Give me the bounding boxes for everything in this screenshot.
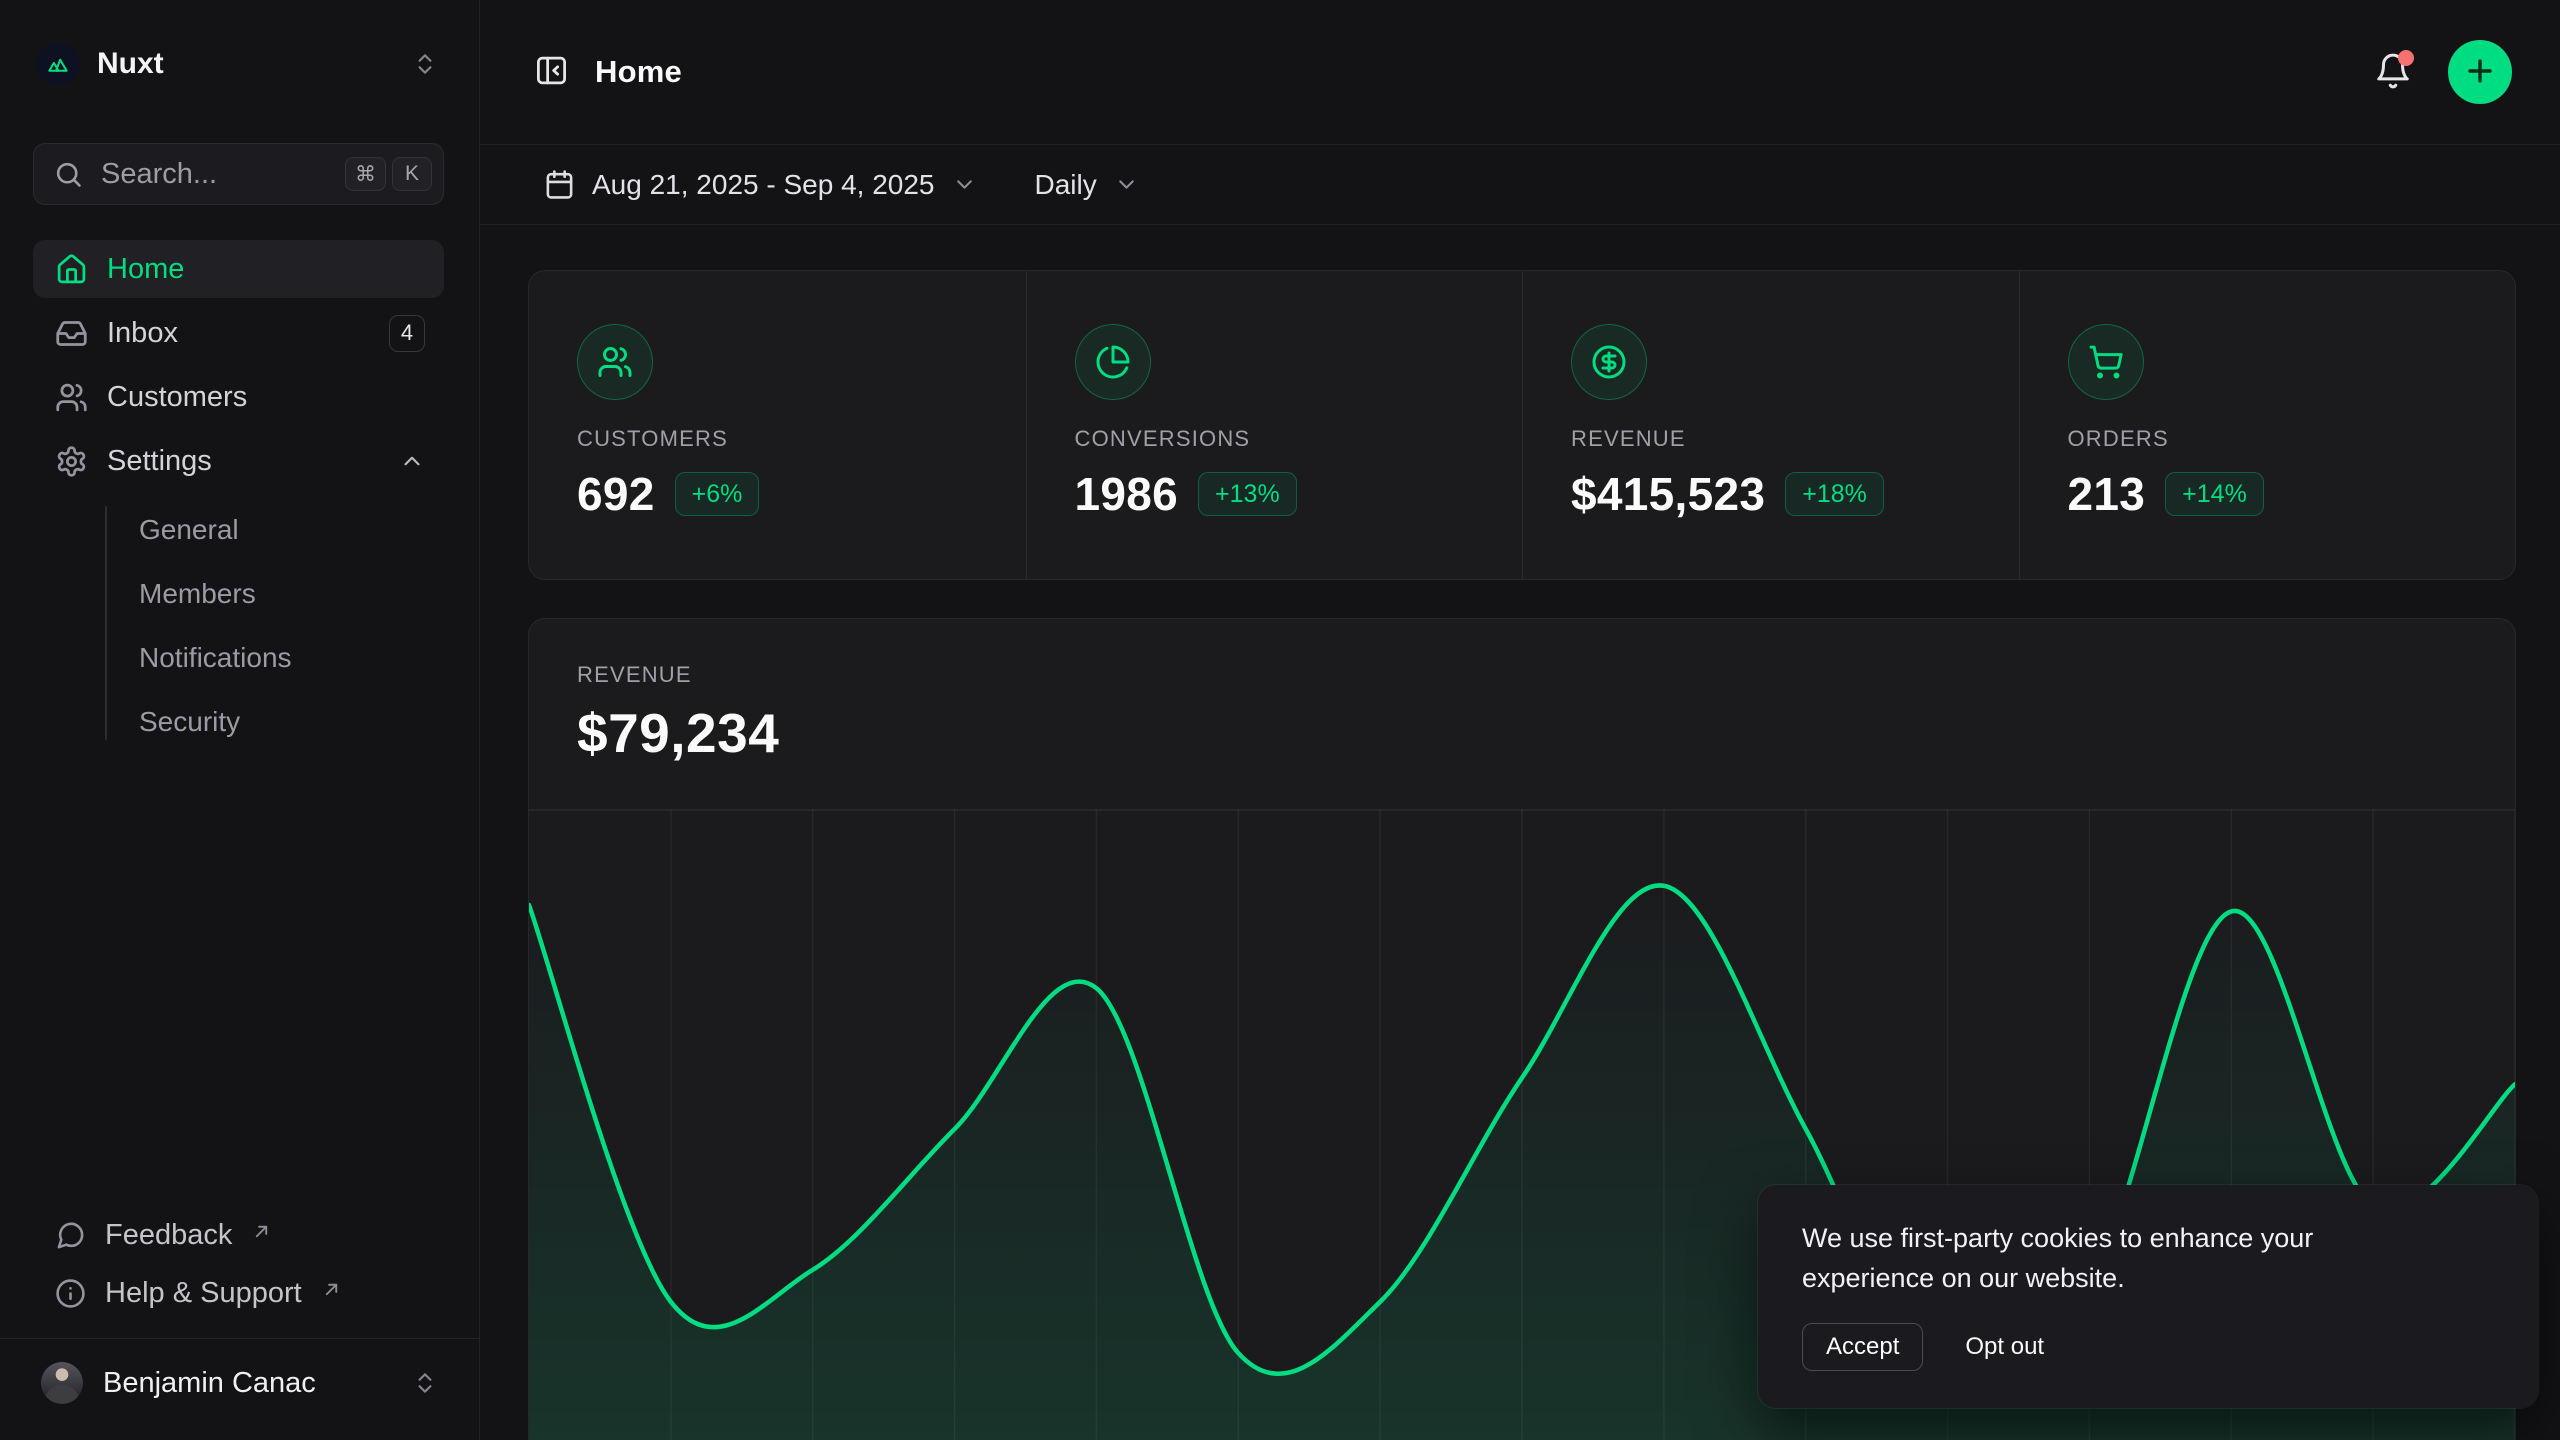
cookie-banner: We use first-party cookies to enhance yo… [1758,1185,2538,1408]
plus-icon [2463,54,2497,91]
team-name: Nuxt [97,47,394,81]
search-icon [53,159,84,190]
date-range-label: Aug 21, 2025 - Sep 4, 2025 [592,169,935,201]
sidebar-item-label: Help & Support [105,1277,302,1310]
home-icon [55,253,88,286]
date-range-picker[interactable]: Aug 21, 2025 - Sep 4, 2025 [544,169,977,201]
sidebar-item-settings[interactable]: Settings [33,432,444,490]
chevron-up-icon [399,448,425,474]
sidebar-item-notifications[interactable]: Notifications [33,626,444,690]
notification-dot [2398,50,2414,66]
user-menu[interactable]: Benjamin Canac [33,1351,444,1415]
sidebar-item-general[interactable]: General [33,498,444,562]
accept-button[interactable]: Accept [1802,1323,1923,1371]
sidebar-item-customers[interactable]: Customers [33,368,444,426]
granularity-select[interactable]: Daily [1035,169,1139,201]
stat-label: REVENUE [1571,426,1989,452]
stat-value: 213 [2068,467,2146,521]
users-icon [577,324,653,400]
settings-subnav: General Members Notifications Security [33,498,444,754]
gear-icon [55,445,88,478]
sidebar-spacer [33,754,444,1206]
cookie-message: We use first-party cookies to enhance yo… [1802,1218,2442,1298]
search-placeholder: Search... [101,158,328,191]
sidebar-item-help-support[interactable]: Help & Support [33,1264,444,1322]
external-link-icon [252,1216,271,1235]
chevron-up-down-icon [412,1370,438,1396]
nuxt-logo-icon [37,43,79,85]
top-header: Home [480,0,2560,145]
opt-out-button[interactable]: Opt out [1965,1333,2044,1361]
stat-orders[interactable]: ORDERS 213 +14% [2019,271,2516,579]
stat-label: CUSTOMERS [577,426,996,452]
search-shortcut: ⌘ K [345,157,432,191]
sidebar-item-label: Settings [107,445,212,478]
stat-delta-badge: +6% [675,472,760,516]
sidebar-item-label: Inbox [107,317,178,350]
team-switcher[interactable]: Nuxt [33,40,444,88]
sidebar: Nuxt Search... ⌘ K [0,0,480,1440]
users-icon [55,381,88,414]
header-actions [2368,40,2512,104]
sidebar-item-inbox[interactable]: Inbox 4 [33,304,444,362]
sidebar-divider [0,1338,479,1339]
page-title: Home [595,54,682,90]
stat-customers[interactable]: CUSTOMERS 692 +6% [529,271,1026,579]
granularity-label: Daily [1035,169,1097,201]
stat-value: $415,523 [1571,467,1765,521]
stat-conversions[interactable]: CONVERSIONS 1986 +13% [1026,271,1523,579]
revenue-chart-label: REVENUE [577,662,2467,688]
add-button[interactable] [2448,40,2512,104]
sidebar-item-label: Home [107,253,184,286]
sidebar-item-feedback[interactable]: Feedback [33,1206,444,1264]
user-name: Benjamin Canac [103,1367,392,1400]
stat-revenue[interactable]: REVENUE $415,523 +18% [1522,271,2019,579]
calendar-icon [544,169,575,200]
message-icon [55,1220,86,1251]
cart-icon [2068,324,2144,400]
sidebar-nav: Home Inbox 4 [33,240,444,754]
sidebar-collapse-button[interactable] [528,49,574,95]
search-input[interactable]: Search... ⌘ K [33,143,444,205]
inbox-count-badge: 4 [389,315,425,352]
dollar-circle-icon [1571,324,1647,400]
filter-bar: Aug 21, 2025 - Sep 4, 2025 Daily [480,145,2560,225]
revenue-chart-header: REVENUE $79,234 [529,619,2515,809]
stat-value: 1986 [1075,467,1179,521]
chevron-up-down-icon [412,51,438,77]
stat-delta-badge: +14% [2165,472,2264,516]
stat-delta-badge: +13% [1198,472,1297,516]
cookie-actions: Accept Opt out [1802,1323,2494,1371]
sidebar-item-home[interactable]: Home [33,240,444,298]
sidebar-item-label: Feedback [105,1219,232,1252]
stats-summary-card: CUSTOMERS 692 +6% CONVERSIONS [529,271,2515,579]
stat-value: 692 [577,467,655,521]
revenue-chart-total: $79,234 [577,701,2467,765]
external-link-icon [322,1274,341,1293]
chevron-down-icon [952,172,977,197]
kbd-k: K [392,157,432,191]
pie-chart-icon [1075,324,1151,400]
info-icon [55,1278,86,1309]
sidebar-item-security[interactable]: Security [33,690,444,754]
chevron-down-icon [1114,172,1139,197]
notifications-button[interactable] [2368,47,2418,97]
panel-left-icon [533,52,570,92]
sidebar-item-members[interactable]: Members [33,562,444,626]
stat-label: ORDERS [2068,426,2486,452]
sidebar-item-label: Customers [107,381,247,414]
stat-delta-badge: +18% [1785,472,1884,516]
inbox-icon [55,317,88,350]
avatar [41,1362,83,1404]
kbd-meta: ⌘ [345,157,386,191]
stat-label: CONVERSIONS [1075,426,1493,452]
